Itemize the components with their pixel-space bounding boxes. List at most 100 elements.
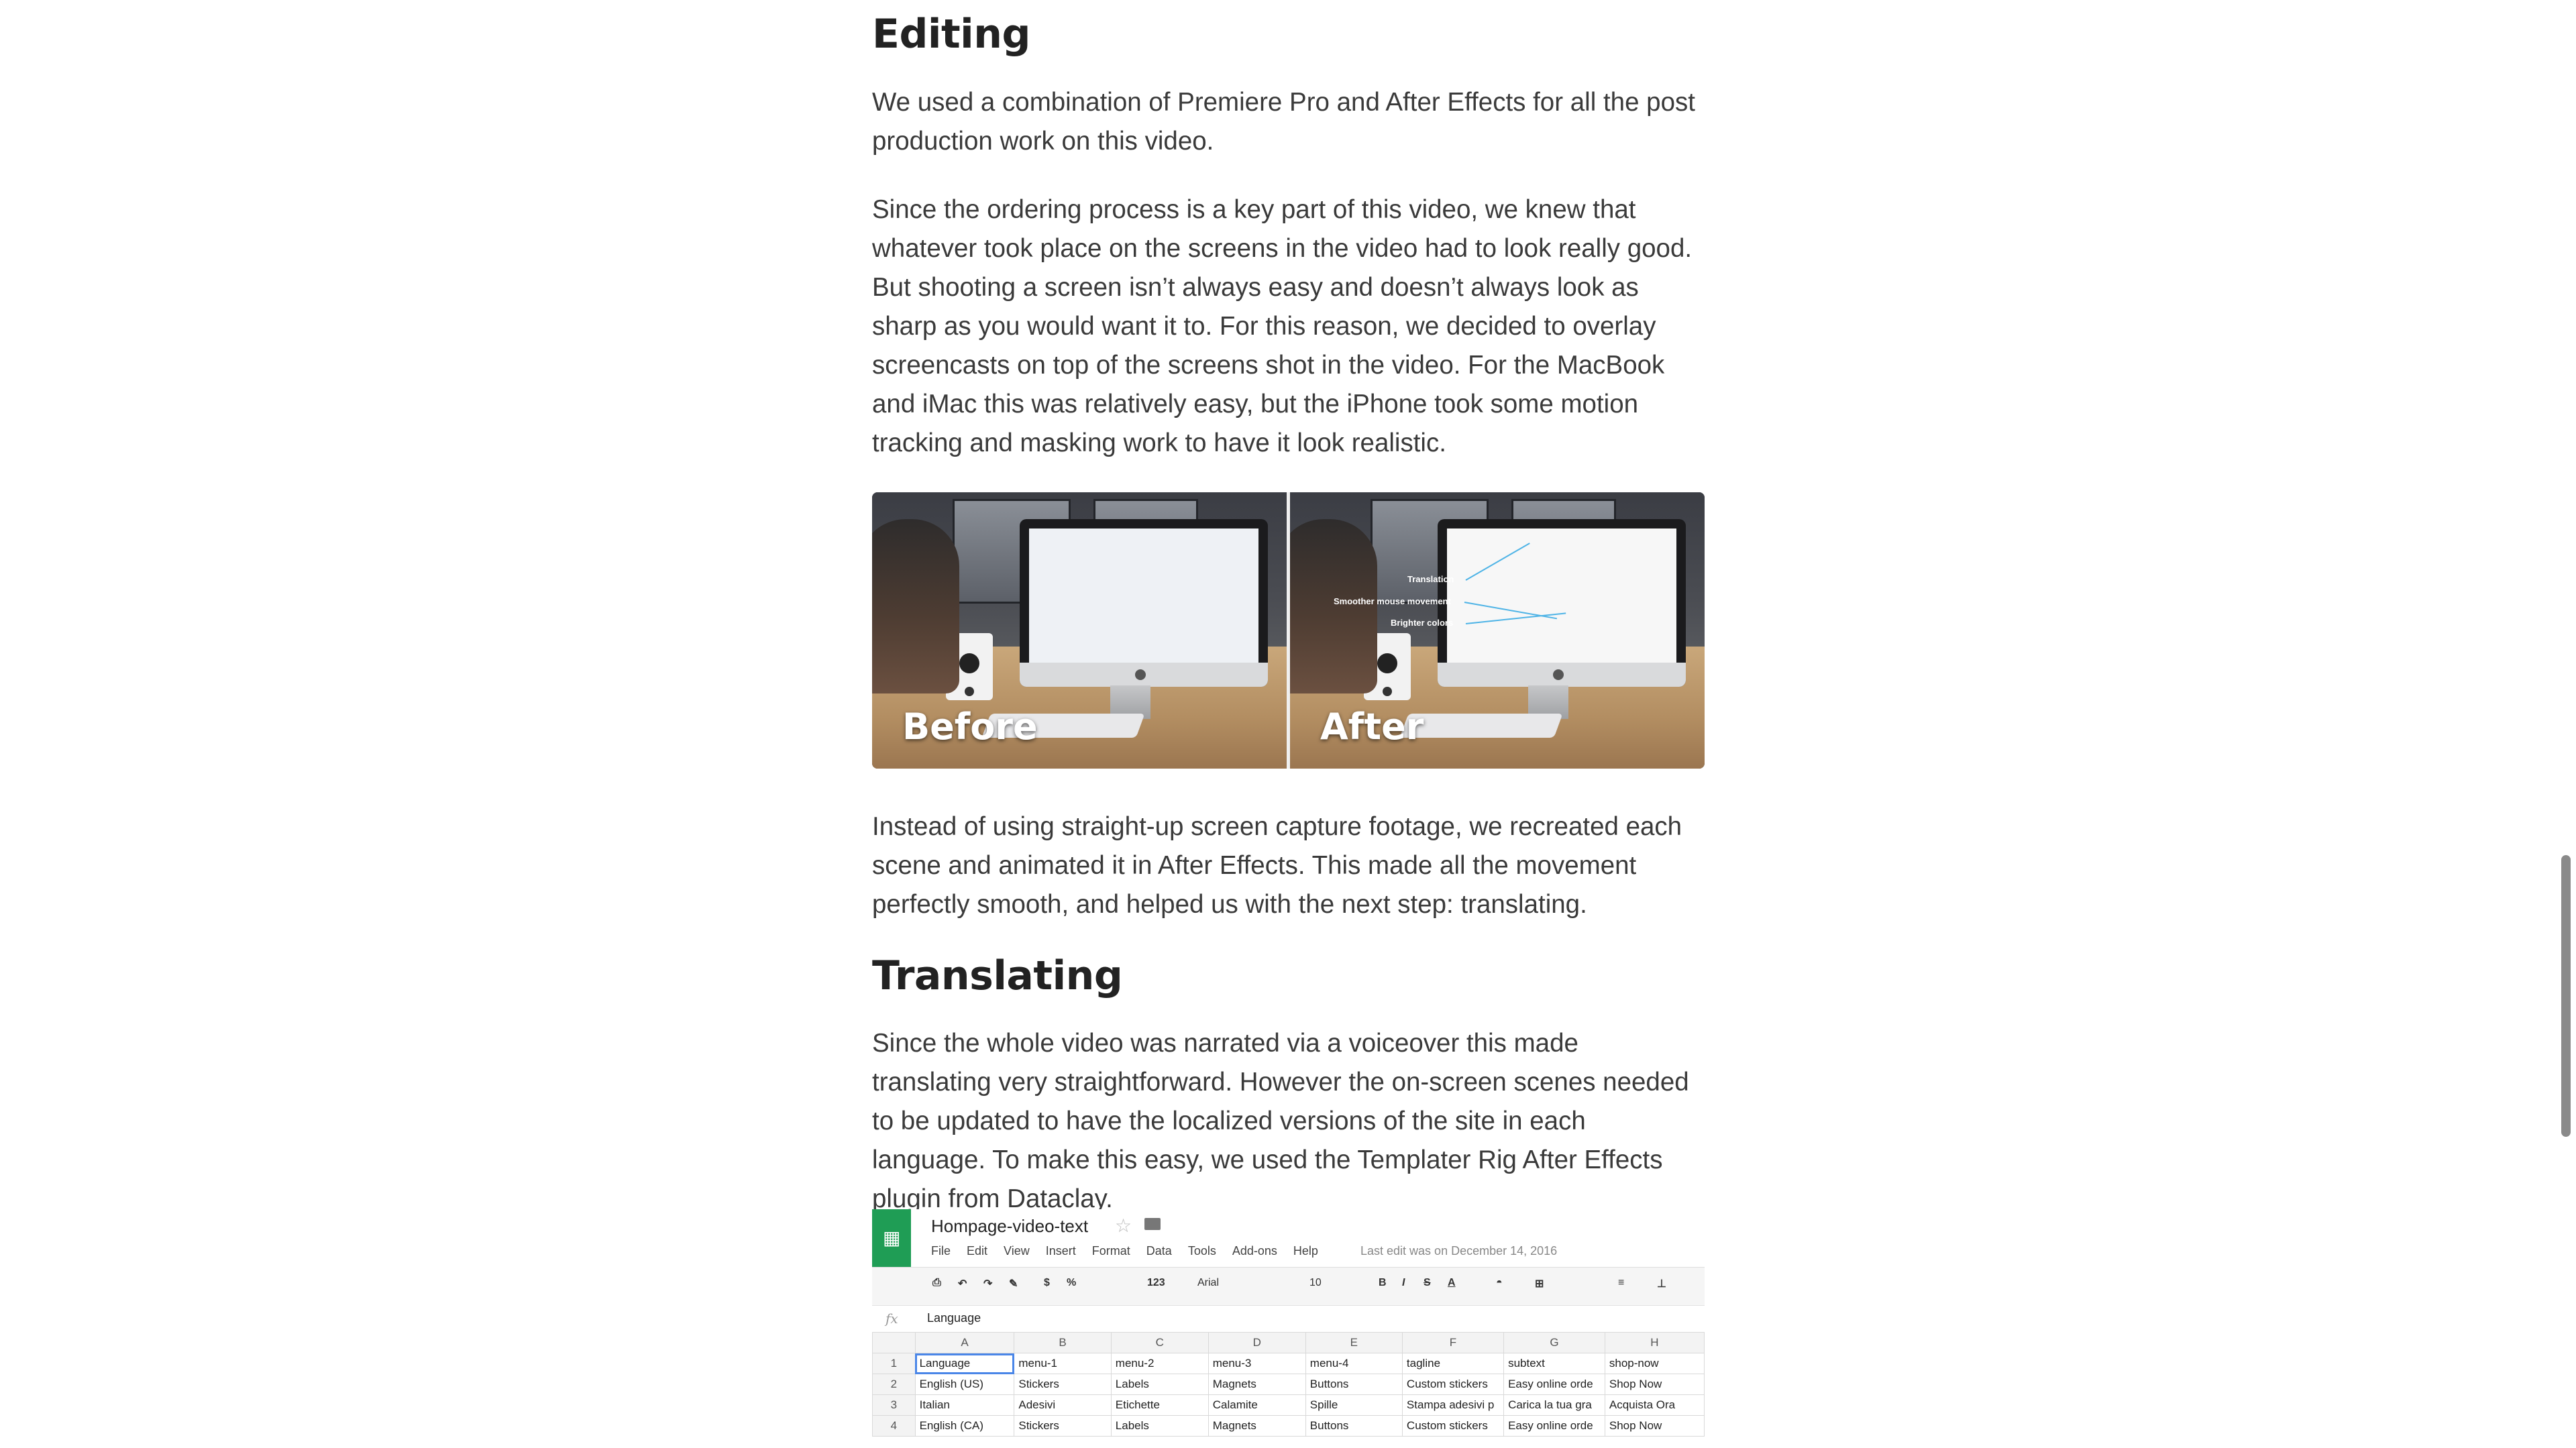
cell: Carica la tua gra <box>1503 1394 1605 1416</box>
before-label: Before <box>902 706 1038 748</box>
sheet-grid: A B C D E F G H 1 Language menu-1 menu-2… <box>872 1332 1705 1437</box>
table-row: 4 English (CA) Stickers Labels Magnets B… <box>872 1415 1705 1437</box>
cell: English (CA) <box>914 1415 1015 1437</box>
row-number: 3 <box>872 1394 916 1416</box>
sheet-title: Hompage-video-text <box>931 1216 1089 1236</box>
menu-view: View <box>1004 1244 1030 1258</box>
menu-data: Data <box>1146 1244 1172 1258</box>
menu-edit: Edit <box>967 1244 988 1258</box>
heading-translating: Translating <box>872 952 1123 999</box>
col-b: B <box>1014 1332 1112 1353</box>
formula-value: Language <box>927 1311 981 1325</box>
number-format-button: 123 <box>1147 1277 1165 1288</box>
fill-color-icon: ◓ <box>1496 1277 1503 1288</box>
cell: menu-1 <box>1014 1353 1112 1374</box>
sheet-menu-bar: File Edit View Insert Format Data Tools … <box>931 1244 1318 1258</box>
cell: Etichette <box>1110 1394 1209 1416</box>
text-color-icon: A <box>1448 1277 1456 1288</box>
font-select: Arial <box>1197 1277 1220 1288</box>
cell: Shop Now <box>1604 1374 1705 1395</box>
cell: Custom stickers <box>1401 1374 1505 1395</box>
redo-icon: ↷ <box>983 1278 993 1290</box>
currency-button: $ <box>1044 1277 1050 1288</box>
col-d: D <box>1208 1332 1306 1353</box>
after-label: After <box>1320 706 1424 748</box>
col-a: A <box>914 1332 1015 1353</box>
cell: Spille <box>1305 1394 1403 1416</box>
cell: Buttons <box>1305 1415 1403 1437</box>
heading-editing: Editing <box>872 11 1030 58</box>
cell: tagline <box>1401 1353 1505 1374</box>
formula-bar: fx Language <box>872 1305 1705 1333</box>
cell: menu-3 <box>1208 1353 1306 1374</box>
cell: English (US) <box>914 1374 1015 1395</box>
cell: menu-2 <box>1110 1353 1209 1374</box>
paint-format-icon: ✎ <box>1009 1278 1018 1290</box>
cell: Italian <box>914 1394 1015 1416</box>
cell: Labels <box>1110 1415 1209 1437</box>
table-row: 3 Italian Adesivi Etichette Calamite Spi… <box>872 1394 1705 1416</box>
cell: menu-4 <box>1305 1353 1403 1374</box>
page-scrollbar-thumb[interactable] <box>2561 855 2571 1137</box>
cell: Calamite <box>1208 1394 1306 1416</box>
cell: Magnets <box>1208 1415 1306 1437</box>
after-panel: Translation Smoother mouse movement Brig… <box>1290 492 1705 769</box>
menu-help: Help <box>1293 1244 1318 1258</box>
strikethrough-icon: S <box>1424 1277 1431 1288</box>
row-number: 4 <box>872 1415 916 1437</box>
cell: Shop Now <box>1604 1415 1705 1437</box>
annotation-translation: Translation <box>1407 574 1454 584</box>
paragraph-ordering-process: Since the ordering process is a key part… <box>872 195 1693 457</box>
sheets-logo-icon: ▦ <box>872 1209 911 1267</box>
cell: Stampa adesivi p <box>1401 1394 1505 1416</box>
table-row: 1 Language menu-1 menu-2 menu-3 menu-4 t… <box>872 1353 1705 1374</box>
col-e: E <box>1305 1332 1403 1353</box>
font-size-select: 10 <box>1309 1277 1322 1288</box>
cell: Adesivi <box>1014 1394 1112 1416</box>
col-c: C <box>1110 1332 1209 1353</box>
star-icon: ☆ <box>1115 1215 1132 1236</box>
column-header-row: A B C D E F G H <box>872 1332 1705 1353</box>
sheet-toolbar: ⎙ ↶ ↷ ✎ $ % 123 Arial 10 B I S A ◓ ⊞ ≡ ⊥ <box>872 1267 1705 1306</box>
cell: Easy online orde <box>1503 1374 1605 1395</box>
cell: Stickers <box>1014 1415 1112 1437</box>
col-h: H <box>1604 1332 1705 1353</box>
cell: subtext <box>1503 1353 1605 1374</box>
annotation-mouse: Smoother mouse movement <box>1334 596 1451 606</box>
cell: Magnets <box>1208 1374 1306 1395</box>
folder-icon <box>1144 1218 1161 1230</box>
row-number: 2 <box>872 1374 916 1395</box>
spreadsheet-screenshot: ▦ Hompage-video-text ☆ File Edit View In… <box>872 1209 1705 1448</box>
last-edit-text: Last edit was on December 14, 2016 <box>1360 1244 1558 1258</box>
paragraph-editing-intro: We used a combination of Premiere Pro an… <box>872 88 1695 156</box>
table-row: 2 English (US) Stickers Labels Magnets B… <box>872 1374 1705 1395</box>
before-panel: Before <box>872 492 1287 769</box>
cell: Stickers <box>1014 1374 1112 1395</box>
borders-icon: ⊞ <box>1535 1278 1544 1290</box>
menu-format: Format <box>1091 1244 1130 1258</box>
print-icon: ⎙ <box>932 1277 941 1288</box>
paragraph-after-effects: Instead of using straight-up screen capt… <box>872 812 1682 919</box>
selected-cell: Language <box>914 1353 1015 1374</box>
col-f: F <box>1401 1332 1505 1353</box>
row-number: 1 <box>872 1353 916 1374</box>
menu-file: File <box>931 1244 951 1258</box>
align-icon: ≡ <box>1618 1277 1625 1288</box>
italic-icon: I <box>1402 1277 1405 1288</box>
cell: shop-now <box>1604 1353 1705 1374</box>
menu-tools: Tools <box>1187 1244 1216 1258</box>
cell: Buttons <box>1305 1374 1403 1395</box>
menu-addons: Add-ons <box>1232 1244 1277 1258</box>
cell: Labels <box>1110 1374 1209 1395</box>
percent-button: % <box>1067 1277 1077 1288</box>
fx-icon: fx <box>885 1311 898 1327</box>
cell: Acquista Ora <box>1604 1394 1705 1416</box>
undo-icon: ↶ <box>958 1278 967 1290</box>
before-after-image: Before Translation Smoother mouse moveme… <box>872 492 1705 769</box>
cell: Easy online orde <box>1503 1415 1605 1437</box>
valign-icon: ⊥ <box>1657 1278 1666 1290</box>
cell: Custom stickers <box>1401 1415 1505 1437</box>
col-g: G <box>1503 1332 1605 1353</box>
bold-icon: B <box>1379 1277 1387 1288</box>
menu-insert: Insert <box>1045 1244 1076 1258</box>
